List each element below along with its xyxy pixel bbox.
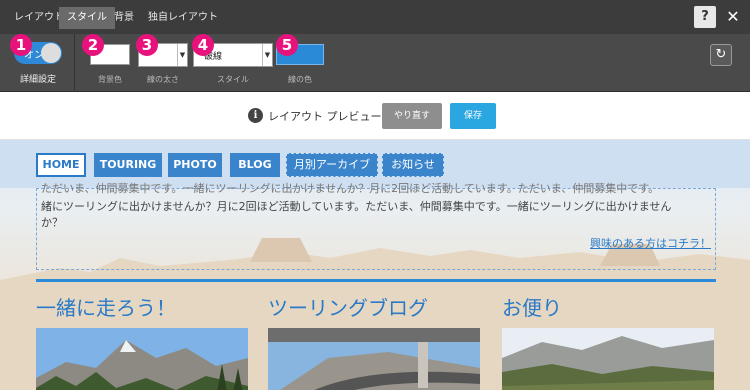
style-toolbar: オン 詳細設定 背景色 ▼ 線の太さ 破線 ▼ スタイル 線の色 ↻ — [0, 34, 750, 92]
body-text-line-1: ただいま、仲間募集中です。一緒にツーリングに出かけませんか？月に2回ほど活動して… — [41, 182, 660, 195]
save-button[interactable]: 保存 — [450, 103, 496, 129]
preview-title: レイアウト プレビュー — [268, 110, 382, 123]
column-title-blog[interactable]: ツーリングブログ — [268, 292, 428, 321]
redo-button[interactable]: やり直す — [382, 103, 442, 129]
tab-custom-layout[interactable]: 独自レイアウト — [140, 7, 226, 29]
nav-archive[interactable]: 月別アーカイブ — [286, 153, 378, 177]
site-preview: HOME TOURING PHOTO BLOG 月別アーカイブ お知らせ ただい… — [0, 140, 750, 390]
nav-touring[interactable]: TOURING — [94, 153, 162, 177]
step-badge-2: 2 — [82, 34, 104, 56]
road-photo[interactable] — [268, 328, 480, 390]
section-divider — [36, 279, 716, 282]
tab-background[interactable]: 背景 — [106, 7, 142, 29]
close-button[interactable]: ✕ — [724, 6, 742, 28]
column-title-letters[interactable]: お便り — [502, 292, 562, 321]
line-color-label: 線の色 — [288, 75, 312, 84]
step-badge-4: 4 — [192, 34, 214, 56]
editor-topbar: レイアウト スタイル 背景 独自レイアウト ? ✕ — [0, 0, 750, 34]
join-link[interactable]: 興味のある方はコチラ！ — [590, 235, 711, 251]
bg-color-label: 背景色 — [98, 75, 122, 84]
nav-news[interactable]: お知らせ — [382, 153, 444, 177]
chevron-down-icon: ▼ — [262, 44, 272, 66]
info-icon: i — [248, 108, 263, 123]
column-title-ride[interactable]: 一緒に走ろう！ — [36, 292, 176, 321]
chevron-down-icon: ▼ — [177, 44, 187, 66]
step-badge-5: 5 — [276, 34, 298, 56]
body-text-line-3: か？ — [41, 216, 63, 229]
step-badge-1: 1 — [10, 34, 32, 56]
help-button[interactable]: ? — [694, 6, 716, 28]
detail-settings-label: 詳細設定 — [19, 75, 56, 85]
preview-bar: i レイアウト プレビュー — [0, 92, 750, 140]
body-text-line-2: 緒にツーリングに出かけませんか？月に2回ほど活動しています。ただいま、仲間募集中… — [41, 200, 672, 213]
mountain-photo[interactable] — [36, 328, 248, 390]
nav-home[interactable]: HOME — [36, 153, 86, 177]
toolbar-divider — [74, 34, 75, 92]
nav-blog[interactable]: BLOG — [230, 153, 280, 177]
step-badge-3: 3 — [136, 34, 158, 56]
reset-icon[interactable]: ↻ — [710, 44, 732, 66]
nav-photo[interactable]: PHOTO — [168, 153, 222, 177]
line-style-label: スタイル — [217, 75, 249, 84]
alpine-photo[interactable] — [502, 328, 714, 390]
dashed-text-block: ただいま、仲間募集中です。一緒にツーリングに出かけませんか？月に2回ほど活動して… — [36, 182, 716, 270]
toggle-knob — [41, 43, 61, 63]
line-width-label: 線の太さ — [147, 75, 179, 84]
